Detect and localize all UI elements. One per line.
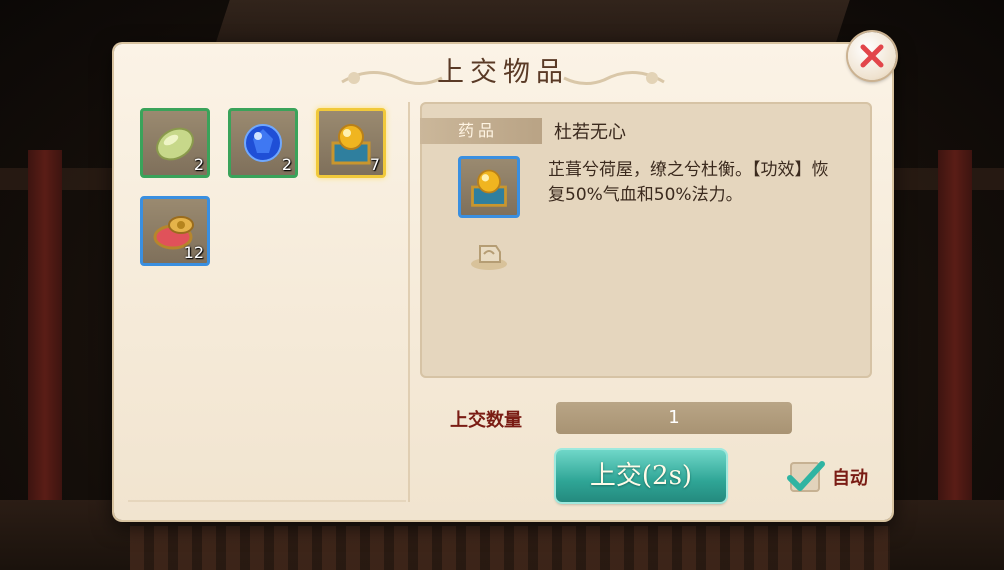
submit-button[interactable]: 上交(2s) xyxy=(556,450,726,502)
quantity-label: 上交数量 xyxy=(450,410,522,431)
item-count: 2 xyxy=(193,155,204,174)
panel-divider xyxy=(408,102,410,502)
inventory-slot-2[interactable]: 2 xyxy=(228,108,298,178)
dialog-title: 上交物品 xyxy=(437,57,569,88)
detail-item-slot xyxy=(458,156,520,218)
auto-label: 自动 xyxy=(832,468,868,489)
inventory-slot-1[interactable]: 2 xyxy=(140,108,210,178)
inventory-bottom-line xyxy=(128,500,406,502)
background-pillar-right xyxy=(938,150,972,540)
blue-sapphire-icon xyxy=(244,124,282,162)
item-count: 7 xyxy=(369,155,380,174)
inventory-slot-4[interactable]: 12 xyxy=(140,196,210,266)
item-count: 12 xyxy=(183,243,204,262)
item-detail-panel: 药品 杜若无心 芷葺兮荷屋，缭之兮杜衡。【功效】恢复50%气血和50%法力。 xyxy=(420,102,872,378)
item-name: 杜若无心 xyxy=(554,122,626,143)
green-gem-icon xyxy=(156,127,194,161)
item-count: 2 xyxy=(281,155,292,174)
golden-orb-chest-icon xyxy=(471,169,507,207)
background-pillar-left xyxy=(28,150,62,540)
submit-items-dialog: 上交物品 2 2 7 12 药品 杜若无心 芷葺兮荷屋，缭之兮杜衡。【功效】恢复… xyxy=(114,44,892,520)
golden-orb-chest-icon xyxy=(331,124,371,165)
inventory-slot-3[interactable]: 7 xyxy=(316,108,386,178)
checkmark-icon xyxy=(787,461,825,491)
quantity-input[interactable]: 1 xyxy=(556,402,792,434)
auto-checkbox[interactable] xyxy=(787,461,825,492)
bound-seal-icon xyxy=(471,245,507,270)
close-icon xyxy=(860,44,884,68)
close-button[interactable] xyxy=(848,32,896,80)
item-category-tag: 药品 xyxy=(420,118,542,144)
item-description: 芷葺兮荷屋，缭之兮杜衡。【功效】恢复50%气血和50%法力。 xyxy=(548,160,829,205)
background-railing xyxy=(130,526,890,570)
